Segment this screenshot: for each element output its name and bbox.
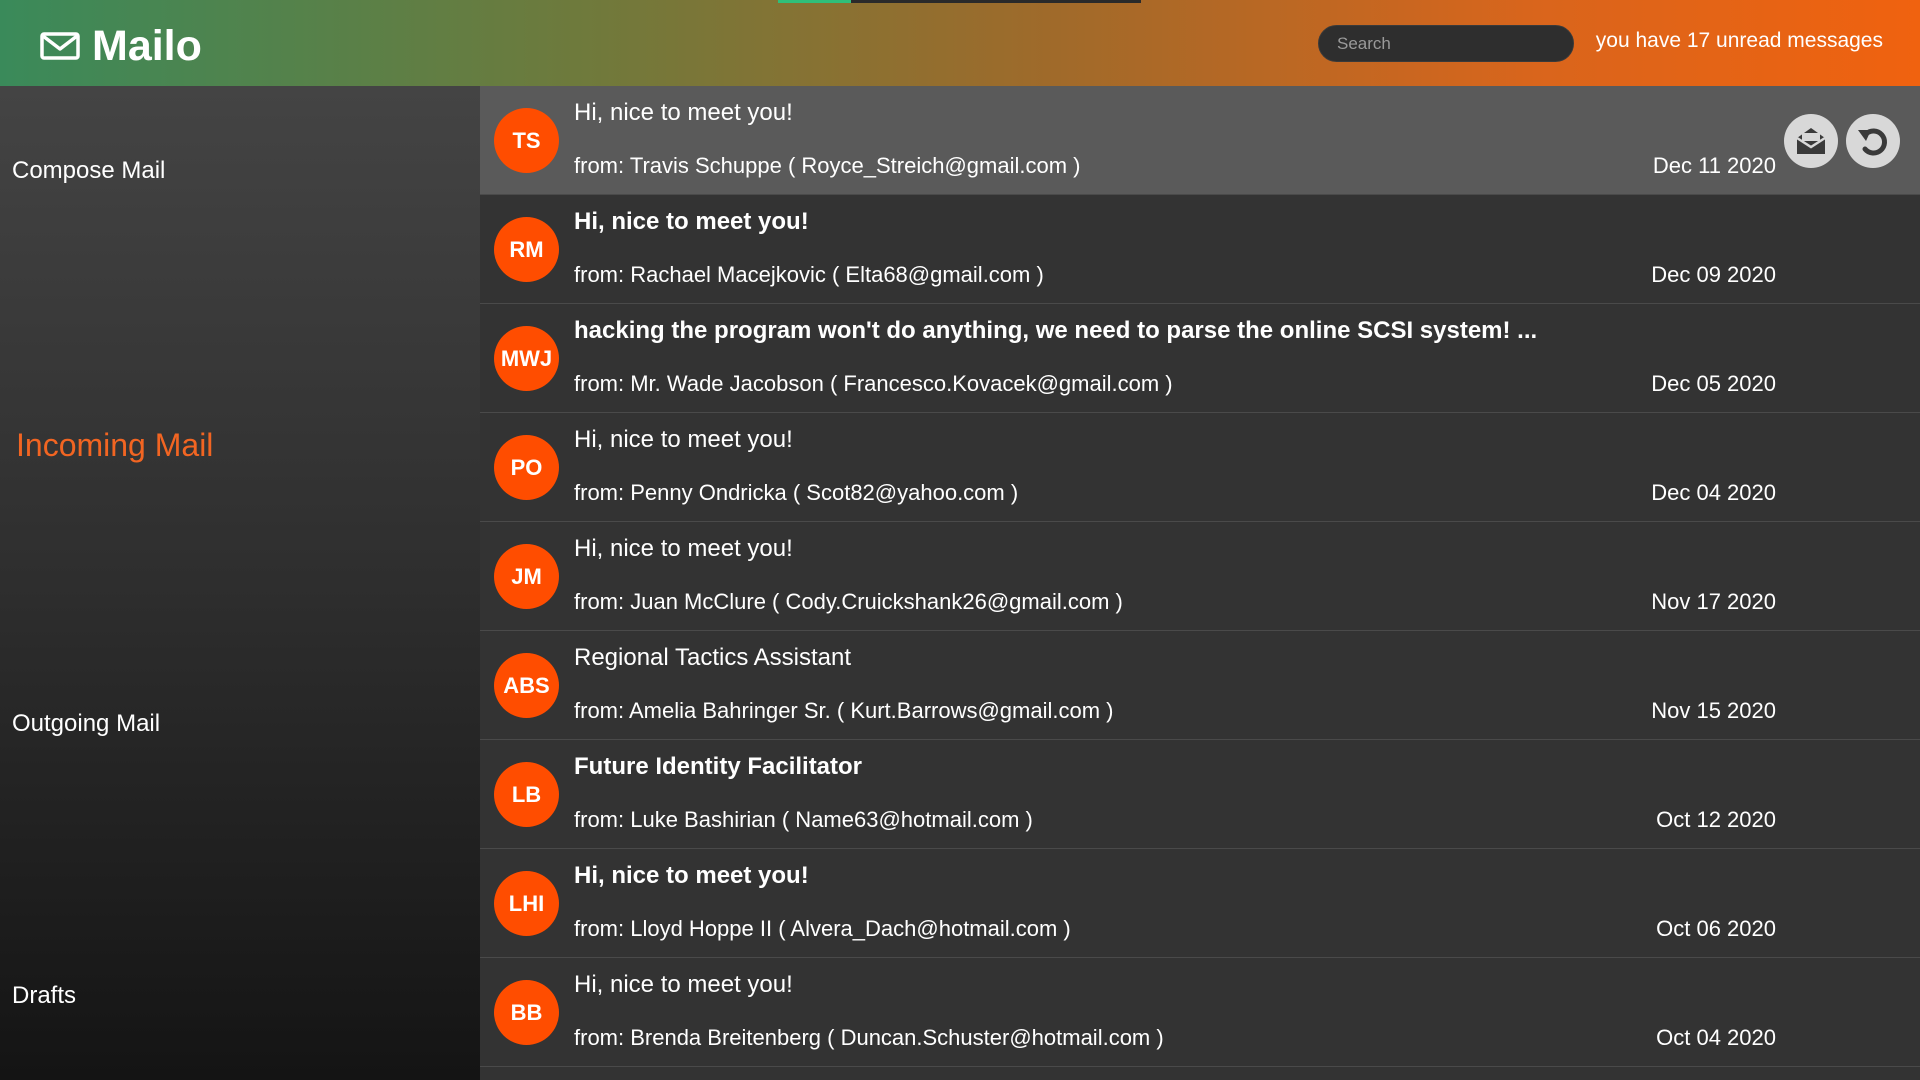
sidebar: Compose Mail Incoming Mail Outgoing Mail… [0,86,480,1080]
mail-sender: from: Juan McClure ( Cody.Cruickshank26@… [574,589,1123,614]
avatar: JM [494,544,559,609]
reply-icon [1858,128,1887,156]
avatar: RM [494,217,559,282]
mail-date: Oct 12 2020 [1656,807,1776,832]
mail-row[interactable]: BB Hi, nice to meet you! from: Brenda Br… [480,958,1920,1067]
mail-sender: from: Travis Schuppe ( Royce_Streich@gma… [574,153,1081,178]
mail-subject: Hi, nice to meet you! [574,208,809,235]
mail-date: Oct 04 2020 [1656,1025,1776,1050]
avatar: LHI [494,871,559,936]
mail-sender: from: Mr. Wade Jacobson ( Francesco.Kova… [574,371,1173,396]
mail-subject: Hi, nice to meet you! [574,99,793,126]
mark-read-icon [1796,128,1826,154]
mail-row[interactable]: ABS Regional Tactics Assistant from: Ame… [480,631,1920,740]
search-input[interactable] [1318,25,1574,62]
row-actions [1784,114,1900,168]
unread-count-text: you have 17 unread messages [1595,29,1883,52]
mark-read-button[interactable] [1784,114,1838,168]
reply-button[interactable] [1846,114,1900,168]
avatar: ABS [494,653,559,718]
mail-sender: from: Rachael Macejkovic ( Elta68@gmail.… [574,262,1044,287]
mail-list: TS Hi, nice to meet you! from: Travis Sc… [480,86,1920,1080]
mail-date: Dec 04 2020 [1651,480,1776,505]
mail-subject: Hi, nice to meet you! [574,862,809,889]
avatar: PO [494,435,559,500]
loading-bar-fill [778,0,851,3]
mail-row[interactable]: JM Hi, nice to meet you! from: Juan McCl… [480,522,1920,631]
avatar: MWJ [494,326,559,391]
mail-subject: Future Identity Facilitator [574,753,863,780]
mail-date: Oct 06 2020 [1656,916,1776,941]
sidebar-item-drafts[interactable]: Drafts [12,981,76,1011]
app-name: Mailo [92,22,202,70]
app-header: Mailo you have 17 unread messages [0,0,1920,86]
sidebar-item-outgoing-mail[interactable]: Outgoing Mail [12,709,160,739]
mail-sender: from: Penny Ondricka ( Scot82@yahoo.com … [574,480,1019,505]
mail-date: Dec 11 2020 [1652,153,1776,178]
mail-subject: Regional Tactics Assistant [574,644,852,671]
app-logo[interactable]: Mailo [40,22,202,70]
sidebar-item-incoming-mail[interactable]: Incoming Mail [16,429,213,461]
mail-row[interactable]: LHI Hi, nice to meet you! from: Lloyd Ho… [480,849,1920,958]
avatar: TS [494,108,559,173]
mail-sender: from: Brenda Breitenberg ( Duncan.Schust… [574,1025,1164,1050]
mail-sender: from: Luke Bashirian ( Name63@hotmail.co… [574,807,1033,832]
mail-row[interactable]: TS Hi, nice to meet you! from: Travis Sc… [480,86,1920,195]
avatar: LB [494,762,559,827]
mail-subject: hacking the program won't do anything, w… [574,317,1538,344]
loading-bar [778,0,1141,3]
mail-icon [40,32,80,60]
mail-row[interactable]: PO Hi, nice to meet you! from: Penny Ond… [480,413,1920,522]
mail-row[interactable]: RM Hi, nice to meet you! from: Rachael M… [480,195,1920,304]
mail-row[interactable]: LB Future Identity Facilitator from: Luk… [480,740,1920,849]
mail-row[interactable]: MWJ hacking the program won't do anythin… [480,304,1920,413]
mail-date: Nov 17 2020 [1651,589,1776,614]
mail-subject: Hi, nice to meet you! [574,971,793,998]
mail-sender: from: Amelia Bahringer Sr. ( Kurt.Barrow… [574,698,1114,723]
mail-subject: Hi, nice to meet you! [574,535,793,562]
mail-date: Nov 15 2020 [1651,698,1776,723]
mail-subject: Hi, nice to meet you! [574,426,793,453]
mail-date: Dec 05 2020 [1651,371,1776,396]
mail-sender: from: Lloyd Hoppe II ( Alvera_Dach@hotma… [574,916,1071,941]
mail-date: Dec 09 2020 [1651,262,1776,287]
avatar: BB [494,980,559,1045]
sidebar-item-compose-mail[interactable]: Compose Mail [12,156,165,186]
